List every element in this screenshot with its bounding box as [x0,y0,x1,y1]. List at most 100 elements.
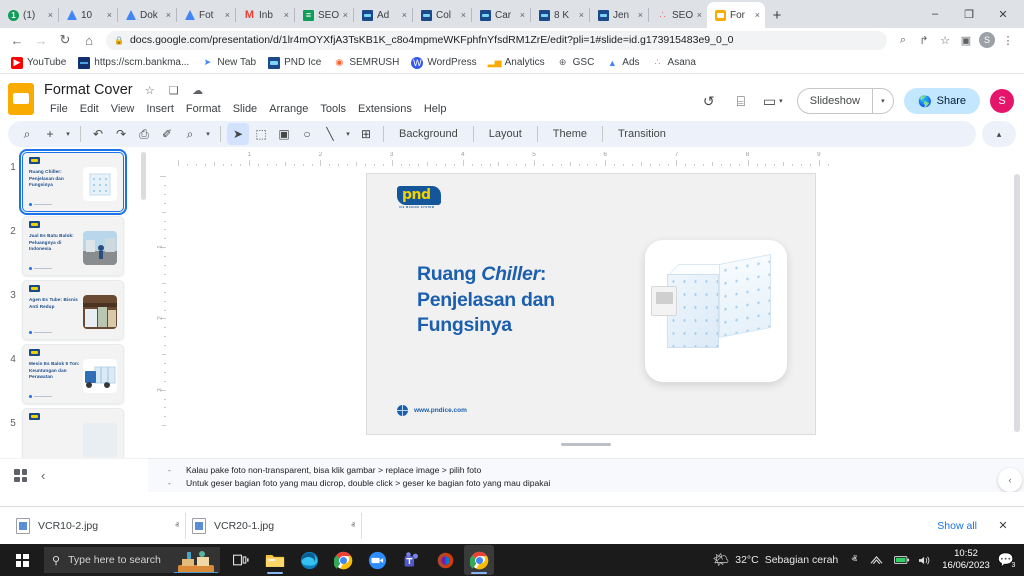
line-icon[interactable]: ╲ [319,123,341,145]
version-history-icon[interactable]: ↺ [695,88,723,114]
action-center-icon[interactable]: 💬 3 [998,552,1018,568]
browser-tab[interactable]: Jen × [590,2,648,28]
menu-format[interactable]: Format [180,101,227,117]
cloud-saved-icon[interactable]: ☁ [191,84,205,97]
maximize-button[interactable]: ❒ [952,0,986,28]
print-icon[interactable]: ⎙ [133,123,155,145]
speaker-notes-pane[interactable]: - Kalau pake foto non-transparent, bisa … [148,458,1024,492]
microsoft-edge-icon[interactable] [294,545,324,575]
download-menu-icon[interactable]: ⱏ [351,521,355,531]
slide-thumbnail[interactable]: Agen Es Tube: Bisnis Anti Redup [22,280,124,340]
slide-thumbnail[interactable]: Mesin Es Balok 5 Ton: Keuntungan dan Per… [22,344,124,404]
toolbar-theme-button[interactable]: Theme [544,123,596,145]
toolbar-layout-button[interactable]: Layout [480,123,531,145]
menu-help[interactable]: Help [418,101,453,117]
close-tab-icon[interactable]: × [697,11,702,20]
slideshow-options-icon[interactable]: ▾ [873,88,893,114]
share-button[interactable]: 🌎 Share [904,88,980,114]
close-downloads-bar-icon[interactable]: ✕ [992,515,1014,537]
browser-tab[interactable]: M Inb × [236,2,294,28]
battery-icon[interactable] [894,555,910,565]
move-to-folder-icon[interactable]: ❑ [167,84,181,97]
insert-image-icon[interactable]: ▣ [273,123,295,145]
browser-tab[interactable]: For × [707,2,765,28]
close-tab-icon[interactable]: × [48,11,53,20]
menu-insert[interactable]: Insert [140,101,180,117]
google-chrome-icon[interactable] [328,545,358,575]
account-avatar[interactable]: S [990,89,1014,113]
paint-format-icon[interactable]: ✐ [156,123,178,145]
wifi-icon[interactable] [870,555,886,566]
close-tab-icon[interactable]: × [225,11,230,20]
new-slide-icon[interactable]: + [39,123,61,145]
browser-tab[interactable]: 10 × [59,2,117,28]
show-hidden-icons-icon[interactable]: ⱏ [846,554,862,567]
redo-icon[interactable]: ↷ [110,123,132,145]
back-icon[interactable]: ← [6,29,28,51]
close-tab-icon[interactable]: × [284,11,289,20]
add-comment-icon[interactable]: ⊞ [355,123,377,145]
show-all-downloads-button[interactable]: Show all [926,515,988,537]
filmstrip-row[interactable]: 2 Jual Es Batu Balok: Peluangnya di Indon… [0,212,148,276]
close-window-button[interactable]: ✕ [986,0,1020,28]
zoom-icon[interactable] [362,545,392,575]
close-tab-icon[interactable]: × [166,11,171,20]
slide-filmstrip[interactable]: 1 Ruang Chiller: Penjelasan dan Fungsinya… [0,148,148,458]
filmstrip-row[interactable]: 5 [0,404,148,458]
line-dropdown-icon[interactable]: ▾ [342,123,354,145]
close-tab-icon[interactable]: × [402,11,407,20]
menu-slide[interactable]: Slide [227,101,263,117]
filmstrip-row[interactable]: 3 Agen Es Tube: Bisnis Anti Redup [0,276,148,340]
download-menu-icon[interactable]: ⱏ [175,521,179,531]
filmstrip-row[interactable]: 1 Ruang Chiller: Penjelasan dan Fungsinya [0,148,148,212]
close-tab-icon[interactable]: × [520,11,525,20]
reload-icon[interactable]: ↻ [54,29,76,51]
browser-tab[interactable]: 8 K × [531,2,589,28]
search-icon[interactable]: ⌕ [893,30,913,50]
download-item[interactable]: VCR10-2.jpg ⱏ [10,513,186,539]
bookmark-item[interactable]: W WordPress [406,55,481,71]
menu-file[interactable]: File [44,101,74,117]
windows-start-icon[interactable] [0,544,44,576]
browser-tab[interactable]: Fot × [177,2,235,28]
close-tab-icon[interactable]: × [579,11,584,20]
browser-tab[interactable]: Ad × [354,2,412,28]
file-explorer-icon[interactable] [260,545,290,575]
browser-tab[interactable]: Dok × [118,2,176,28]
slide-thumbnail[interactable]: Jual Es Batu Balok: Peluangnya di Indone… [22,216,124,276]
present-to-meeting-icon[interactable]: ▭ ▾ [759,88,787,114]
slide-canvas[interactable]: pnd ICE MAKING SYSTEM Ruang Chiller: Pen… [366,173,816,435]
bookmark-item[interactable]: ▲ Ads [601,55,644,71]
chrome-menu-icon[interactable]: ⋮ [998,30,1018,50]
browser-tab[interactable]: Col × [413,2,471,28]
select-cursor-icon[interactable]: ➤ [227,123,249,145]
shape-icon[interactable]: ○ [296,123,318,145]
bookmark-item[interactable]: https://scm.bankma... [73,55,194,71]
share-icon[interactable]: ↱ [914,30,934,50]
bookmark-item[interactable]: PND Ice [263,55,326,71]
close-tab-icon[interactable]: × [107,11,112,20]
bookmark-item[interactable]: ∴ Asana [647,55,701,71]
tab-search-icon[interactable]: ⱟ [884,0,918,28]
google-chrome-icon[interactable] [464,545,494,575]
filmstrip-view-icon[interactable] [14,469,27,482]
taskbar-search-input[interactable]: ⚲ Type here to search [44,547,220,573]
bookmark-item[interactable]: ▂▅ Analytics [484,55,550,71]
microsoft-365-icon[interactable] [430,545,460,575]
profile-avatar[interactable]: S [977,30,997,50]
menu-tools[interactable]: Tools [314,101,352,117]
filmstrip-scrollbar[interactable] [141,152,146,200]
notes-resize-handle[interactable] [561,443,611,446]
toolbar-background-button[interactable]: Background [390,123,467,145]
close-tab-icon[interactable]: × [638,11,643,20]
bookmark-item[interactable]: ⊕ GSC [552,55,600,71]
close-tab-icon[interactable]: × [755,11,760,20]
star-icon[interactable]: ☆ [143,84,157,97]
filmstrip-row[interactable]: 4 Mesin Es Balok 5 Ton: Keuntungan dan Pe… [0,340,148,404]
menu-arrange[interactable]: Arrange [263,101,314,117]
menu-view[interactable]: View [105,101,141,117]
chiller-room-image[interactable] [645,240,787,382]
home-icon[interactable]: ⌂ [78,29,100,51]
close-tab-icon[interactable]: × [461,11,466,20]
download-item[interactable]: VCR20-1.jpg ⱏ [186,513,362,539]
